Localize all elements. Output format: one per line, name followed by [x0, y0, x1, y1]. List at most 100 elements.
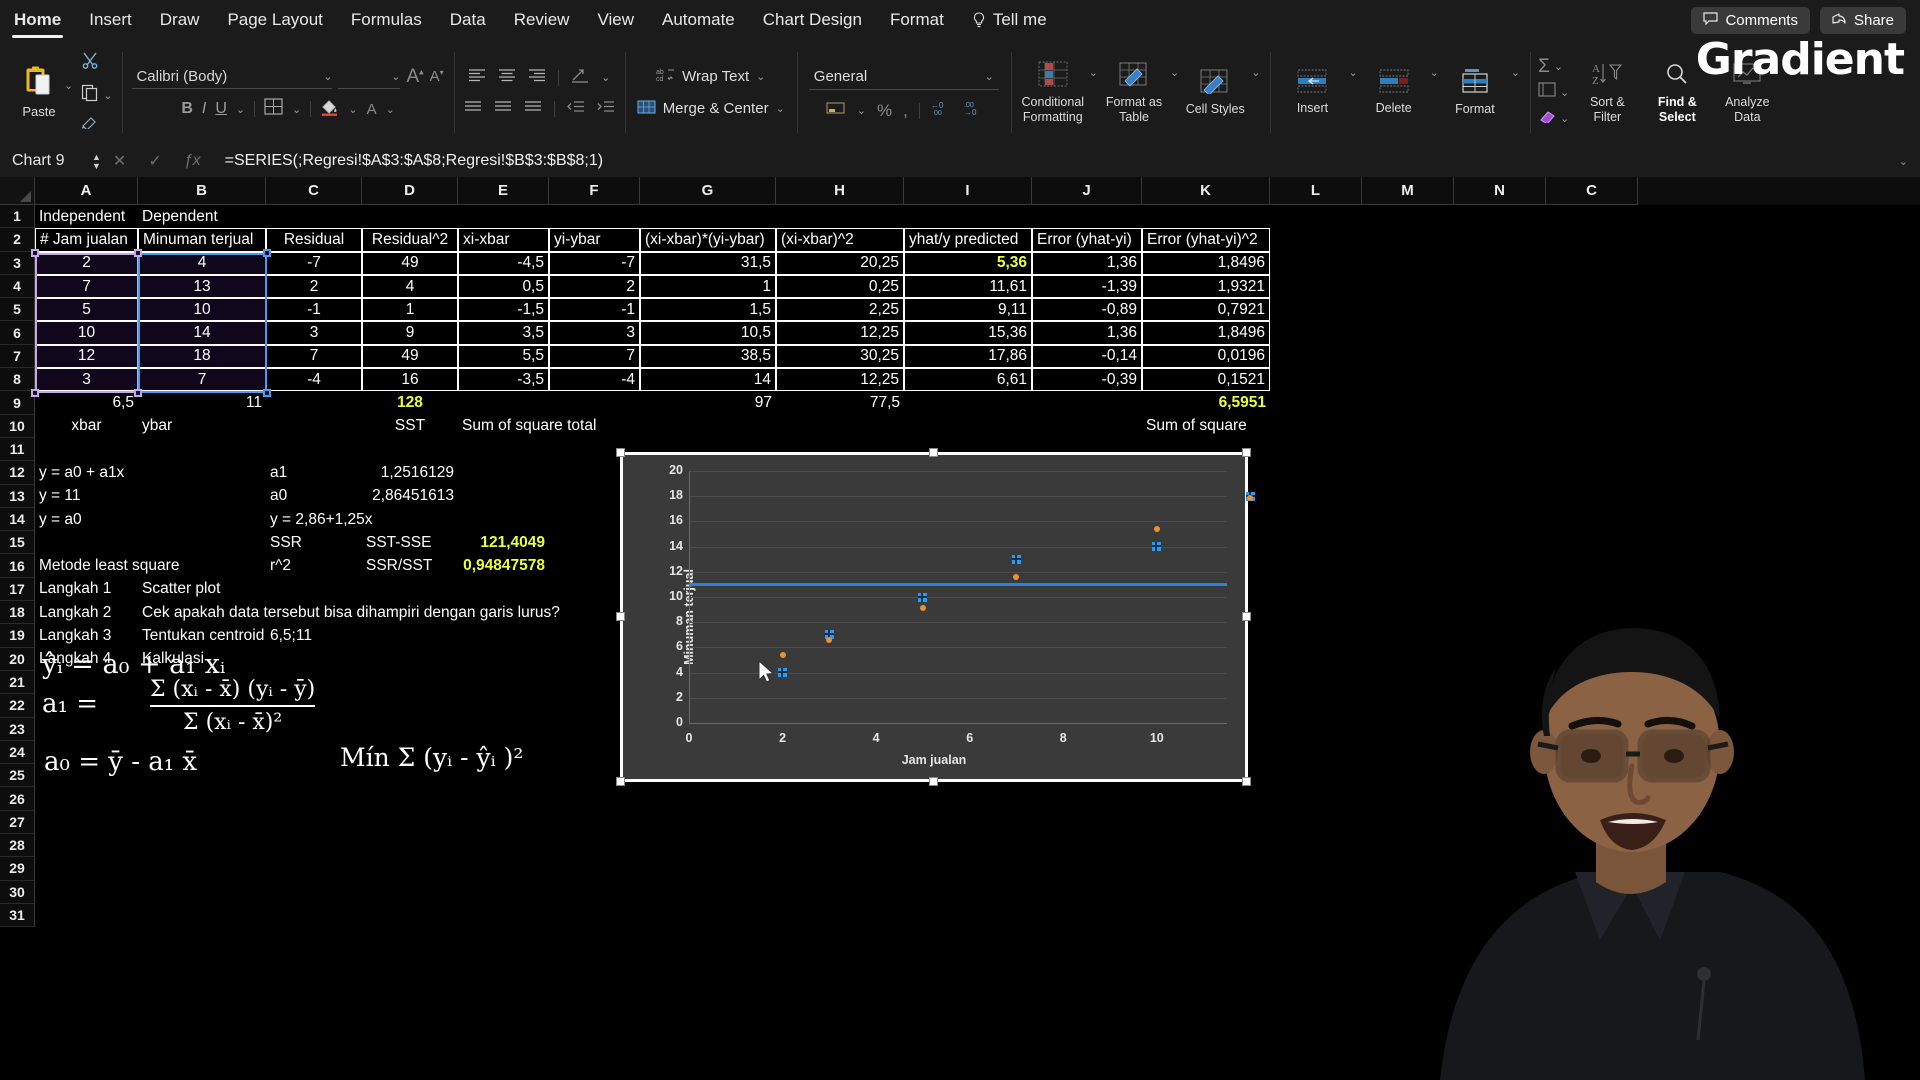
cell-I10[interactable] — [904, 415, 1032, 438]
increase-indent-icon[interactable] — [597, 100, 615, 118]
cell-E7[interactable]: 5,5 — [458, 345, 549, 368]
cell-E9[interactable] — [458, 391, 549, 414]
row-header-20[interactable]: 20 — [0, 648, 35, 671]
delete-chevron-down-icon[interactable]: ⌄ — [1430, 66, 1439, 79]
formula-bar-expand-chevron-down-icon[interactable]: ⌄ — [1899, 155, 1920, 168]
chart-handle-mid-right[interactable] — [1242, 612, 1251, 621]
cell-H6[interactable]: 12,25 — [776, 321, 904, 344]
column-header-j-9[interactable]: J — [1032, 177, 1142, 205]
confirm-formula-icon[interactable]: ✓ — [148, 151, 161, 171]
font-size-chevron-down-icon[interactable]: ⌄ — [391, 70, 400, 83]
cell-E15[interactable]: 121,4049 — [458, 531, 549, 554]
cell-B7[interactable]: 18 — [138, 345, 266, 368]
cell-A26[interactable] — [35, 787, 138, 810]
row-header-11[interactable]: 11 — [0, 438, 35, 461]
scatter-chart-object[interactable]: Minuman terjual 024681012141618200246810… — [620, 452, 1248, 782]
cell-H8[interactable]: 12,25 — [776, 368, 904, 391]
cell-H3[interactable]: 20,25 — [776, 252, 904, 275]
wrap-text-button[interactable]: abcd Wrap Text ⌄ — [656, 67, 765, 87]
cell-E6[interactable]: 3,5 — [458, 321, 549, 344]
cell-B12[interactable] — [138, 461, 266, 484]
cell-C1[interactable] — [266, 205, 362, 228]
cell-B18[interactable]: Cek apakah data tersebut bisa dihampiri … — [138, 601, 266, 624]
cell-C20[interactable] — [266, 648, 362, 671]
font-color-chevron-down-icon[interactable]: ⌄ — [386, 103, 395, 116]
cell-J9[interactable] — [1032, 391, 1142, 414]
cell-C14[interactable]: y = 2,86+1,25x — [266, 508, 362, 531]
chart-point-predicted[interactable] — [1154, 526, 1160, 532]
orientation-chevron-down-icon[interactable]: ⌄ — [601, 71, 610, 84]
cell-I2[interactable]: yhat/y predicted — [904, 228, 1032, 251]
bold-button[interactable]: B — [181, 100, 193, 118]
row-header-18[interactable]: 18 — [0, 601, 35, 624]
font-size-select[interactable]: ⌄ — [338, 65, 400, 89]
row-header-31[interactable]: 31 — [0, 904, 35, 927]
cell-A19[interactable]: Langkah 3 — [35, 624, 138, 647]
chart-point-predicted[interactable] — [780, 652, 786, 658]
chart-reference-line-ybar[interactable] — [689, 583, 1227, 586]
cell-D17[interactable] — [362, 578, 458, 601]
cell-C17[interactable] — [266, 578, 362, 601]
cell-B1[interactable]: Dependent — [138, 205, 266, 228]
cell-E2[interactable]: xi-xbar — [458, 228, 549, 251]
cell-E20[interactable] — [458, 648, 549, 671]
row-header-16[interactable]: 16 — [0, 554, 35, 577]
cell-D2[interactable]: Residual^2 — [362, 228, 458, 251]
row-header-19[interactable]: 19 — [0, 624, 35, 647]
row-header-1[interactable]: 1 — [0, 205, 35, 228]
cell-D12[interactable]: 1,2516129 — [362, 461, 458, 484]
cell-D3[interactable]: 49 — [362, 252, 458, 275]
autosum-button[interactable]: Σ ⌄ — [1538, 57, 1569, 76]
cell-I5[interactable]: 9,11 — [904, 298, 1032, 321]
font-color-icon[interactable]: A — [367, 102, 377, 117]
cell-A14[interactable]: y = a0 — [35, 508, 138, 531]
format-cells-button[interactable]: Format — [1443, 68, 1507, 116]
cell-B14[interactable] — [138, 508, 266, 531]
column-header-e-4[interactable]: E — [458, 177, 549, 205]
cell-G7[interactable]: 38,5 — [640, 345, 776, 368]
increase-font-size-icon[interactable]: A▴ — [406, 67, 423, 86]
row-header-24[interactable]: 24 — [0, 741, 35, 764]
formula-input[interactable]: =SERIES(;Regresi!$A$3:$A$8;Regresi!$B$3:… — [225, 152, 603, 170]
cell-B13[interactable] — [138, 485, 266, 508]
row-header-6[interactable]: 6 — [0, 321, 35, 344]
orientation-icon[interactable] — [571, 68, 589, 88]
italic-button[interactable]: I — [202, 100, 206, 118]
font-name-chevron-down-icon[interactable]: ⌄ — [323, 70, 332, 83]
cell-G1[interactable] — [640, 205, 776, 228]
cell-A1[interactable]: Independent — [35, 205, 138, 228]
clear-button[interactable]: ⌄ — [1538, 108, 1569, 128]
fill-button[interactable]: ⌄ — [1538, 82, 1569, 102]
cell-B5[interactable]: 10 — [138, 298, 266, 321]
cell-C4[interactable]: 2 — [266, 275, 362, 298]
cell-C9[interactable] — [266, 391, 362, 414]
row-header-15[interactable]: 15 — [0, 531, 35, 554]
cell-F7[interactable]: 7 — [549, 345, 640, 368]
conditional-formatting-chevron-down-icon[interactable]: ⌄ — [1089, 66, 1098, 79]
currency-chevron-down-icon[interactable]: ⌄ — [857, 104, 866, 117]
row-header-8[interactable]: 8 — [0, 368, 35, 391]
row-header-3[interactable]: 3 — [0, 252, 35, 275]
number-format-select[interactable]: General ⌄ — [809, 64, 999, 90]
select-all-corner[interactable] — [0, 177, 35, 205]
cell-C12[interactable]: a1 — [266, 461, 362, 484]
format-chevron-down-icon[interactable]: ⌄ — [1511, 66, 1520, 79]
chart-point-observed[interactable] — [778, 668, 787, 677]
row-header-2[interactable]: 2 — [0, 228, 35, 251]
tell-me-box[interactable]: Tell me — [958, 10, 1061, 30]
decrease-decimal-icon[interactable]: .00→0 — [962, 100, 982, 121]
cell-B2[interactable]: Minuman terjual — [138, 228, 266, 251]
chart-handle-top-left[interactable] — [616, 448, 625, 457]
align-bottom-icon[interactable] — [524, 100, 542, 118]
cell-J2[interactable]: Error (yhat-yi) — [1032, 228, 1142, 251]
comments-button[interactable]: Comments — [1691, 7, 1810, 34]
cell-G5[interactable]: 1,5 — [640, 298, 776, 321]
cell-J10[interactable] — [1032, 415, 1142, 438]
ribbon-tab-view[interactable]: View — [583, 0, 648, 40]
cell-C3[interactable]: -7 — [266, 252, 362, 275]
cell-H9[interactable]: 77,5 — [776, 391, 904, 414]
cell-F9[interactable] — [549, 391, 640, 414]
cell-B4[interactable]: 13 — [138, 275, 266, 298]
cell-J7[interactable]: -0,14 — [1032, 345, 1142, 368]
cell-F4[interactable]: 2 — [549, 275, 640, 298]
